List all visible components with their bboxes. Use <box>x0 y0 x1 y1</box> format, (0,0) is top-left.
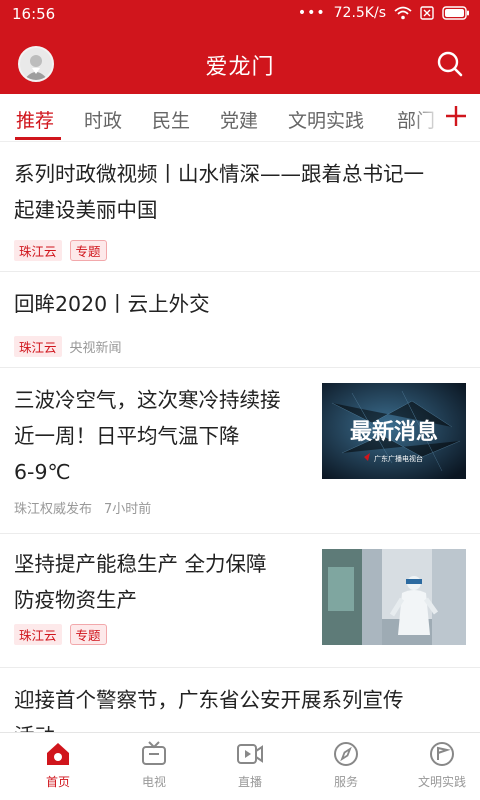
category-tabs: 推荐 时政 民生 党建 文明实践 部门 <box>0 94 480 142</box>
news-source: 珠江权威发布 <box>14 502 93 517</box>
tv-icon <box>142 741 166 765</box>
headline-line: 系列时政微视频丨山水情深——跟着总书记一 <box>14 162 424 186</box>
source-badge: 珠江云 <box>14 240 62 261</box>
news-headline: 回眸2020丨云上外交 <box>14 286 210 322</box>
status-icons: ••• 72.5K/s <box>298 5 470 21</box>
thumbnail-title: 最新消息 <box>350 419 438 445</box>
tab-fade <box>412 94 442 140</box>
nav-live[interactable]: 直播 <box>210 741 290 790</box>
headline-line: 起建设美丽中国 <box>14 198 158 222</box>
battery-icon <box>442 6 469 20</box>
headline-line: 回眸2020丨云上外交 <box>14 292 210 316</box>
nav-home-label: 首页 <box>45 775 70 789</box>
news-headline: 迎接首个警察节，广东省公安开展系列宣传 活动 <box>14 682 404 732</box>
nav-home[interactable]: 首页 <box>18 741 98 790</box>
thumbnail-caption: 广东广播电视台 <box>374 454 423 463</box>
add-tab-icon[interactable] <box>444 102 468 130</box>
news-meta: 珠江云 专题 <box>14 240 107 261</box>
news-meta: 珠江云 央视新闻 <box>14 336 122 357</box>
nav-services-label: 服务 <box>333 775 358 789</box>
flag-icon <box>430 742 454 766</box>
news-headline: 坚持提产能稳生产 全力保障 防疫物资生产 <box>14 546 314 618</box>
compass-icon <box>334 742 358 766</box>
news-item[interactable]: 回眸2020丨云上外交 珠江云 央视新闻 <box>0 272 480 368</box>
news-thumbnail: 最新消息 广东广播电视台 <box>322 383 466 479</box>
headline-line: 防疫物资生产 <box>14 588 137 612</box>
thumbnail-graphic: 最新消息 广东广播电视台 <box>322 383 466 479</box>
tab-politics[interactable]: 时政 <box>84 106 122 133</box>
wifi-icon <box>394 6 412 20</box>
app-header: 爱龙门 <box>0 30 480 94</box>
sim-icon <box>420 6 434 20</box>
headline-line: 6-9℃ <box>14 460 71 484</box>
news-item[interactable]: 迎接首个警察节，广东省公安开展系列宣传 活动 <box>0 668 480 732</box>
network-speed: 72.5K/s <box>333 5 386 21</box>
more-dots-icon: ••• <box>297 5 326 21</box>
headline-line: 三波冷空气，这次寒冷持续接 <box>14 388 281 412</box>
news-meta: 珠江云 专题 <box>14 624 107 645</box>
news-time: 7小时前 <box>104 502 152 517</box>
headline-line: 坚持提产能稳生产 全力保障 <box>14 552 267 576</box>
news-item[interactable]: 三波冷空气，这次寒冷持续接 近一周！日平均气温下降 6-9℃ 珠江权威发布 7小… <box>0 368 480 534</box>
news-item[interactable]: 系列时政微视频丨山水情深——跟着总书记一 起建设美丽中国 珠江云 专题 <box>0 142 480 272</box>
news-thumbnail <box>322 549 466 645</box>
thumbnail-graphic <box>322 549 466 645</box>
topic-badge: 专题 <box>69 240 107 261</box>
search-icon[interactable] <box>436 50 464 78</box>
page-title: 爱龙门 <box>205 55 275 80</box>
source-badge: 珠江云 <box>14 336 62 357</box>
nav-civilization-label: 文明实践 <box>417 775 466 789</box>
news-item[interactable]: 坚持提产能稳生产 全力保障 防疫物资生产 珠江云 专题 <box>0 534 480 668</box>
headline-line: 近一周！日平均气温下降 <box>14 424 240 448</box>
news-source: 央视新闻 <box>69 341 122 356</box>
nav-services[interactable]: 服务 <box>306 741 386 790</box>
nav-live-label: 直播 <box>237 775 262 789</box>
status-time: 16:56 <box>12 5 56 23</box>
bottom-navigation: 首页 电视 直播 服务 文明实践 <box>0 732 480 800</box>
headline-line: 活动 <box>14 718 404 732</box>
news-feed: 系列时政微视频丨山水情深——跟着总书记一 起建设美丽中国 珠江云 专题 回眸20… <box>0 142 480 732</box>
news-meta: 珠江权威发布 7小时前 <box>14 498 151 517</box>
nav-tv[interactable]: 电视 <box>114 741 194 790</box>
topic-badge: 专题 <box>69 624 107 645</box>
active-tab-indicator <box>15 137 61 140</box>
status-bar: 16:56 ••• 72.5K/s <box>0 0 480 30</box>
home-icon <box>47 743 69 765</box>
nav-civilization[interactable]: 文明实践 <box>402 741 480 790</box>
tab-civilization[interactable]: 文明实践 <box>288 106 364 133</box>
source-badge: 珠江云 <box>14 624 62 645</box>
live-video-icon <box>237 744 263 764</box>
nav-tv-label: 电视 <box>141 775 166 789</box>
tab-party[interactable]: 党建 <box>220 106 258 133</box>
tab-livelihood[interactable]: 民生 <box>152 106 190 133</box>
headline-line: 迎接首个警察节，广东省公安开展系列宣传 <box>14 688 404 712</box>
news-headline: 三波冷空气，这次寒冷持续接 近一周！日平均气温下降 6-9℃ <box>14 382 314 490</box>
tab-recommend[interactable]: 推荐 <box>16 106 54 133</box>
news-headline: 系列时政微视频丨山水情深——跟着总书记一 起建设美丽中国 <box>14 156 424 228</box>
